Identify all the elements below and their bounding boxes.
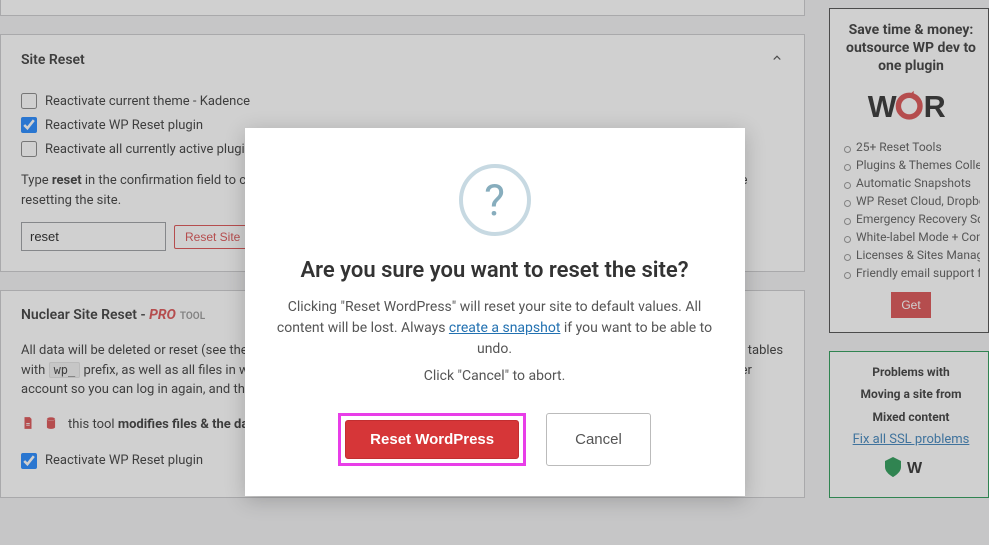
modal-snapshot-link[interactable]: create a snapshot — [449, 320, 560, 336]
confirm-modal: ? Are you sure you want to reset the sit… — [245, 128, 745, 496]
modal-title: Are you sure you want to reset the site? — [273, 258, 717, 283]
cancel-button[interactable]: Cancel — [546, 413, 651, 466]
modal-overlay[interactable]: ? Are you sure you want to reset the sit… — [0, 0, 989, 545]
modal-body-1: Clicking "Reset WordPress" will reset yo… — [273, 297, 717, 360]
modal-body-2: Click "Cancel" to abort. — [273, 366, 717, 387]
modal-actions: Reset WordPress Cancel — [273, 413, 717, 466]
highlight-annotation: Reset WordPress — [338, 413, 526, 466]
question-icon: ? — [459, 164, 531, 236]
reset-wordpress-button[interactable]: Reset WordPress — [345, 420, 519, 459]
